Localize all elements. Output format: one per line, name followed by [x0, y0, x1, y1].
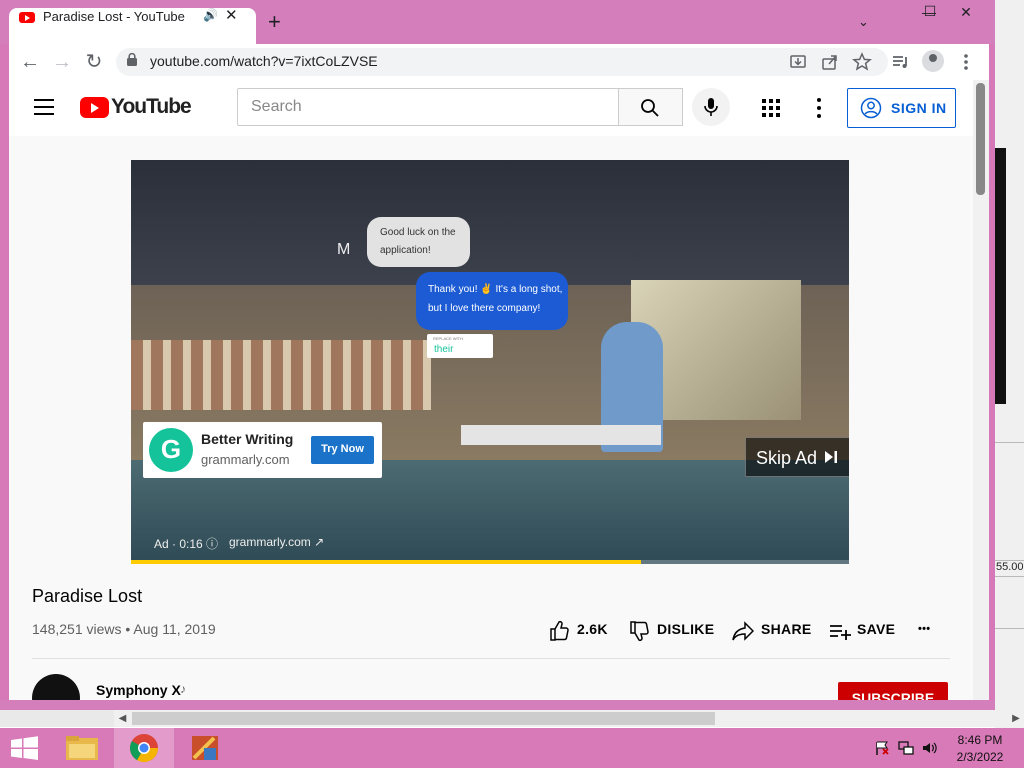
install-icon[interactable] — [788, 52, 808, 72]
playlist-add-icon[interactable] — [829, 620, 851, 642]
video-meta: 148,251 views • Aug 11, 2019 — [32, 621, 216, 637]
video-scene-ceiling — [131, 160, 849, 285]
star-icon[interactable] — [852, 52, 872, 72]
scroll-left-arrow-icon[interactable]: ◀ — [114, 710, 131, 727]
background-window-line — [995, 628, 1024, 629]
share-label[interactable]: SHARE — [761, 621, 812, 637]
speaker-icon[interactable]: 🔊 — [203, 8, 218, 22]
tab-title: Paradise Lost - YouTube — [43, 9, 185, 24]
background-window-dark-panel — [995, 148, 1006, 404]
close-window-button[interactable]: ✕ — [950, 2, 982, 24]
background-window: 55.00 — [995, 0, 1024, 730]
background-window-line — [995, 442, 1024, 443]
grammarly-logo-letter: G — [160, 434, 182, 464]
horizontal-scrollbar-thumb[interactable] — [132, 712, 715, 725]
share-arrow-icon[interactable] — [732, 620, 754, 642]
youtube-wordmark[interactable]: YouTube — [111, 95, 192, 119]
more-actions-icon[interactable]: ••• — [918, 623, 930, 635]
url-text[interactable]: youtube.com/watch?v=7ixtCoLZVSE — [150, 53, 378, 69]
skip-next-icon[interactable] — [824, 450, 838, 464]
profile-icon[interactable] — [922, 50, 944, 72]
taskbar-chrome[interactable] — [114, 728, 174, 768]
search-icon — [641, 99, 659, 117]
ad-info-label[interactable]: Ad · 0:16 ⓘ — [154, 535, 218, 552]
settings-kebab-icon[interactable] — [816, 98, 822, 118]
thumb-down-icon[interactable] — [628, 620, 650, 642]
try-now-label[interactable]: Try Now — [311, 443, 374, 455]
taskbar-app[interactable] — [176, 728, 236, 768]
voice-search-button[interactable] — [692, 88, 730, 126]
page-scrollbar-thumb[interactable] — [976, 83, 985, 195]
chrome-icon — [130, 734, 158, 762]
user-circle-icon — [860, 97, 882, 119]
app-icon — [192, 736, 218, 760]
horizontal-scroll-pad — [0, 710, 114, 727]
windows-start-icon[interactable] — [0, 728, 50, 768]
folder-icon — [66, 736, 98, 760]
ad-progress-fill — [131, 560, 641, 564]
like-count[interactable]: 2.6K — [577, 621, 608, 637]
forward-button[interactable]: → — [50, 50, 74, 74]
playlist-icon[interactable] — [891, 52, 911, 72]
clock-date[interactable]: 2/3/2022 — [945, 750, 1015, 764]
ad-url-link[interactable]: grammarly.com ↗ — [229, 535, 324, 549]
reload-button[interactable]: ↻ — [82, 50, 106, 74]
ad-headline[interactable]: Better Writing — [201, 431, 293, 447]
tab-search-chevron-icon[interactable]: ⌄ — [858, 14, 869, 30]
new-tab-button[interactable]: + — [268, 11, 281, 33]
network-icon[interactable] — [898, 740, 914, 756]
background-window-value: 55.00 — [996, 561, 1024, 573]
kebab-icon[interactable] — [956, 52, 976, 72]
replace-suggestion-word: their — [434, 344, 454, 355]
mic-icon — [704, 98, 718, 116]
chat-bubble-gray-text: Good luck on the application! — [380, 227, 456, 256]
hamburger-menu-icon[interactable] — [34, 99, 54, 115]
chat-bubble-blue-text: Thank you! ✌ It's a long shot, but I lov… — [428, 284, 563, 314]
video-scene-desk — [461, 425, 661, 445]
action-center-flag-icon[interactable] — [874, 740, 890, 756]
chat-sender-initial: M — [337, 241, 351, 258]
clock-time[interactable]: 8:46 PM — [945, 733, 1015, 747]
search-button[interactable] — [619, 88, 683, 126]
video-title: Paradise Lost — [32, 586, 143, 606]
music-note-icon: ♪ — [180, 682, 186, 696]
dislike-label[interactable]: DISLIKE — [657, 621, 714, 637]
youtube-favicon-icon — [19, 12, 35, 23]
apps-grid-icon[interactable] — [762, 99, 780, 117]
video-scene-shelves — [131, 340, 431, 410]
scroll-right-arrow-icon[interactable]: ▶ — [1008, 710, 1024, 727]
thumb-up-icon[interactable] — [548, 620, 570, 642]
taskbar-file-explorer[interactable] — [52, 728, 112, 768]
save-label[interactable]: SAVE — [857, 621, 895, 637]
replace-suggestion-label: REPLACE WITH — [433, 336, 464, 341]
close-tab-icon[interactable]: ✕ — [225, 6, 238, 24]
ad-domain[interactable]: grammarly.com — [201, 452, 290, 467]
maximize-button[interactable]: ☐ — [914, 1, 946, 23]
back-button[interactable]: ← — [18, 50, 42, 74]
youtube-logo-icon[interactable] — [80, 97, 109, 118]
video-player[interactable]: M Good luck on the application! Thank yo… — [131, 160, 849, 564]
volume-icon[interactable] — [922, 740, 938, 756]
window-bottom-border — [0, 700, 995, 710]
sign-in-label[interactable]: SIGN IN — [891, 100, 947, 116]
search-box[interactable] — [237, 88, 619, 126]
channel-name[interactable]: Symphony X — [96, 682, 181, 698]
share-icon[interactable] — [820, 52, 840, 72]
search-input[interactable] — [249, 89, 613, 125]
lock-icon[interactable] — [127, 53, 137, 66]
skip-ad-label[interactable]: Skip Ad — [756, 448, 817, 469]
divider — [32, 658, 950, 659]
background-window-line — [995, 576, 1024, 577]
